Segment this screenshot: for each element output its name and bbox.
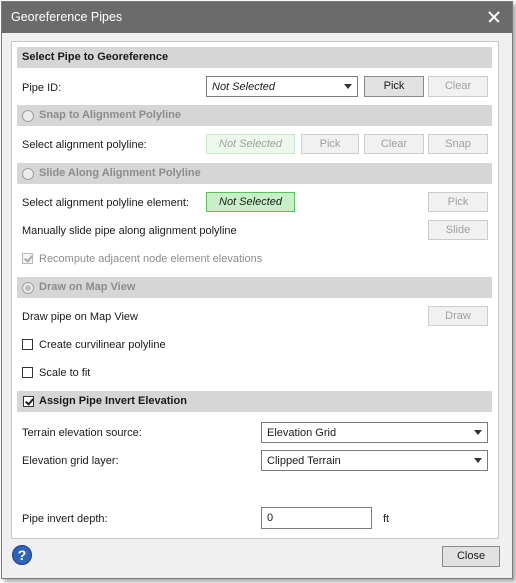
terrain-source-value: Elevation Grid xyxy=(267,427,337,439)
invert-depth-label: Pipe invert depth: xyxy=(22,513,108,525)
pipe-id-value: Not Selected xyxy=(212,81,275,93)
snap-clear-button[interactable]: Clear xyxy=(364,134,424,154)
title-bar: Georeference Pipes xyxy=(2,2,512,33)
help-icon[interactable]: ? xyxy=(12,545,32,565)
chevron-down-icon xyxy=(474,458,482,463)
terrain-source-label: Terrain elevation source: xyxy=(22,427,142,439)
section-snap: Snap to Alignment Polyline xyxy=(17,105,492,126)
chevron-down-icon xyxy=(474,430,482,435)
scale-to-fit-label: Scale to fit xyxy=(39,367,91,379)
scale-to-fit-checkbox[interactable] xyxy=(22,367,33,378)
window-title: Georeference Pipes xyxy=(11,10,123,24)
draw-button[interactable]: Draw xyxy=(428,306,488,326)
snap-radio[interactable] xyxy=(22,110,34,122)
slide-pick-button[interactable]: Pick xyxy=(428,192,488,212)
content-panel: Select Pipe to Georeference Pipe ID: Not… xyxy=(11,41,499,539)
close-icon[interactable] xyxy=(482,5,506,29)
section-invert: Assign Pipe Invert Elevation xyxy=(17,391,492,412)
pipe-id-label: Pipe ID: xyxy=(22,82,62,94)
section-slide: Slide Along Alignment Polyline xyxy=(17,163,492,184)
section-snap-title: Snap to Alignment Polyline xyxy=(39,109,181,121)
terrain-source-dropdown[interactable]: Elevation Grid xyxy=(261,422,488,443)
curvilinear-polyline-label: Create curvilinear polyline xyxy=(39,339,166,351)
snap-button[interactable]: Snap xyxy=(428,134,488,154)
section-draw: Draw on Map View xyxy=(17,277,492,298)
recompute-elevations-checkbox[interactable] xyxy=(22,253,33,264)
snap-selection-status: Not Selected xyxy=(206,134,295,154)
invert-depth-input[interactable]: 0 xyxy=(261,507,372,529)
pick-pipe-button[interactable]: Pick xyxy=(364,76,424,97)
pipe-id-dropdown[interactable]: Not Selected xyxy=(206,76,358,97)
draw-pipe-label: Draw pipe on Map View xyxy=(22,311,138,323)
section-invert-title: Assign Pipe Invert Elevation xyxy=(39,395,187,407)
grid-layer-label: Elevation grid layer: xyxy=(22,455,119,467)
invert-depth-unit: ft xyxy=(383,513,390,525)
grid-layer-dropdown[interactable]: Clipped Terrain xyxy=(261,450,488,471)
grid-layer-value: Clipped Terrain xyxy=(267,455,341,467)
curvilinear-polyline-checkbox[interactable] xyxy=(22,339,33,350)
slide-button[interactable]: Slide xyxy=(428,220,488,240)
section-select-pipe: Select Pipe to Georeference xyxy=(17,47,492,68)
section-draw-title: Draw on Map View xyxy=(39,281,136,293)
manual-slide-label: Manually slide pipe along alignment poly… xyxy=(22,225,237,237)
close-button[interactable]: Close xyxy=(442,546,500,567)
section-slide-title: Slide Along Alignment Polyline xyxy=(39,167,201,179)
recompute-elevations-label: Recompute adjacent node element elevatio… xyxy=(39,253,263,265)
select-alignment-element-label: Select alignment polyline element: xyxy=(22,197,189,209)
draw-radio[interactable] xyxy=(22,282,34,294)
clear-pipe-button[interactable]: Clear xyxy=(428,76,488,97)
snap-pick-button[interactable]: Pick xyxy=(301,134,359,154)
invert-depth-value: 0 xyxy=(267,512,274,524)
assign-invert-checkbox[interactable] xyxy=(23,396,34,407)
slide-selection-status: Not Selected xyxy=(206,192,295,212)
georeference-pipes-dialog: Georeference Pipes Select Pipe to Georef… xyxy=(1,1,513,579)
chevron-down-icon xyxy=(344,84,352,89)
section-select-pipe-title: Select Pipe to Georeference xyxy=(22,51,169,63)
slide-radio[interactable] xyxy=(22,168,34,180)
select-alignment-polyline-label: Select alignment polyline: xyxy=(22,139,147,151)
